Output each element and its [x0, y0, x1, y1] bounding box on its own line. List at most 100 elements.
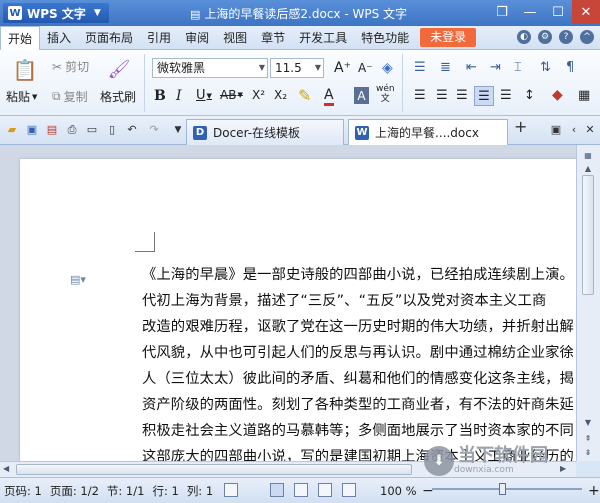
zoom-slider-track[interactable]: [432, 488, 582, 490]
settings-icon[interactable]: ⚙: [538, 30, 552, 44]
document-line[interactable]: 积极走社会主义道路的马慕韩等；多侧面地展示了当时资本家的不同: [142, 419, 574, 440]
document-icon[interactable]: ▯: [106, 124, 118, 136]
italic-button[interactable]: I: [176, 88, 182, 104]
tab-prev-icon[interactable]: ‹: [568, 124, 580, 136]
full-screen-view-icon[interactable]: [294, 483, 308, 497]
menu-home[interactable]: 开始: [0, 25, 41, 50]
menu-features[interactable]: 特色功能: [354, 26, 416, 50]
paste-icon[interactable]: 📋: [12, 56, 38, 84]
previous-page-icon[interactable]: ⇞: [581, 431, 595, 445]
subscript-button[interactable]: X₂: [274, 88, 287, 102]
phonetic-guide-button[interactable]: wén 文: [376, 84, 395, 104]
brush-icon[interactable]: 🖌: [108, 56, 131, 82]
align-center-icon[interactable]: ☰: [436, 88, 448, 103]
menu-references[interactable]: 引用: [140, 26, 178, 50]
ruler-toggle-icon[interactable]: ▦: [581, 148, 595, 162]
maximize-icon[interactable]: ☐: [544, 0, 572, 24]
paste-button[interactable]: 粘贴 ▼: [6, 88, 37, 105]
zoom-slider-knob[interactable]: [499, 483, 506, 495]
menu-page-layout[interactable]: 页面布局: [78, 26, 140, 50]
web-view-icon[interactable]: [318, 483, 332, 497]
collapse-ribbon-icon[interactable]: ^: [580, 30, 594, 44]
restore-icon[interactable]: ❐: [488, 0, 516, 24]
bold-button[interactable]: B: [154, 88, 166, 104]
spell-check-icon[interactable]: [224, 483, 238, 497]
font-color-button[interactable]: A: [324, 87, 334, 106]
minimize-icon[interactable]: —: [516, 0, 544, 24]
chevron-down-icon[interactable]: ▼: [172, 124, 184, 136]
document-page[interactable]: ▤▾ 《上海的早晨》是一部史诗般的四部曲小说，已经拍成连续剧上演。 代初上海为背…: [20, 159, 576, 461]
align-justify-icon[interactable]: ☰: [474, 86, 494, 106]
grow-font-button[interactable]: A⁺: [334, 60, 351, 76]
highlight-icon[interactable]: ✎: [298, 86, 311, 105]
scroll-left-icon[interactable]: ◀: [3, 464, 9, 473]
align-right-icon[interactable]: ☰: [456, 88, 468, 103]
scroll-right-icon[interactable]: ▶: [560, 464, 566, 473]
document-line[interactable]: 资产阶级的两面性。刻划了各种类型的工商业者，有不法的奸商朱延: [142, 393, 574, 414]
format-painter-button[interactable]: 格式刷: [100, 88, 136, 105]
tab-docer-templates[interactable]: D Docer-在线模板: [186, 119, 344, 145]
redo-icon[interactable]: ↷: [148, 124, 160, 136]
menu-review[interactable]: 审阅: [178, 26, 216, 50]
numbered-list-icon[interactable]: ≣: [440, 60, 451, 75]
help-icon[interactable]: ?: [559, 30, 573, 44]
skin-icon[interactable]: ◐: [517, 30, 531, 44]
tab-close-icon[interactable]: ✕: [584, 124, 596, 136]
scroll-down-icon[interactable]: ▼: [581, 415, 595, 429]
tab-current-document[interactable]: W 上海的早餐....docx: [348, 119, 508, 145]
next-page-icon[interactable]: ⇟: [581, 445, 595, 459]
char-shading-icon[interactable]: A: [354, 87, 369, 104]
print-icon[interactable]: ⎙: [66, 124, 78, 136]
app-menu-button[interactable]: W WPS 文字 ▼: [3, 3, 109, 23]
increase-indent-icon[interactable]: ⇥: [490, 60, 501, 75]
document-line[interactable]: 代初上海为背景，描述了“三反”、“五反”以及党对资本主义工商: [142, 289, 546, 310]
zoom-out-button[interactable]: −: [418, 483, 438, 499]
add-tab-button[interactable]: +: [514, 119, 527, 135]
align-left-icon[interactable]: ☰: [414, 88, 426, 103]
scrollbar-thumb[interactable]: [16, 464, 412, 475]
strikethrough-button[interactable]: AB ▼: [220, 88, 243, 102]
zoom-level[interactable]: 100 %: [376, 484, 421, 498]
tab-list-icon[interactable]: ▣: [550, 124, 562, 136]
document-line[interactable]: 《上海的早晨》是一部史诗般的四部曲小说，已经拍成连续剧上演。: [142, 263, 574, 284]
document-line[interactable]: 改造的艰难历程，讴歌了党在这一历史时期的伟大功绩，并折射出解: [142, 315, 574, 336]
cut-button[interactable]: ✂ 剪切: [52, 58, 89, 75]
borders-icon[interactable]: ▦: [578, 88, 590, 103]
underline-button[interactable]: U ▼: [196, 88, 212, 103]
outline-view-icon[interactable]: [342, 483, 356, 497]
paragraph-handle-icon[interactable]: ▤▾: [70, 273, 86, 286]
undo-icon[interactable]: ↶: [126, 124, 138, 136]
scrollbar-thumb[interactable]: [582, 175, 594, 295]
copy-button[interactable]: ⧉ 复制: [52, 88, 88, 105]
menu-section[interactable]: 章节: [254, 26, 292, 50]
vertical-scrollbar[interactable]: ▦ ▲ ▼ ⇞ ⇟: [576, 145, 600, 461]
line-spacing-icon[interactable]: ↕: [524, 88, 535, 103]
zoom-in-button[interactable]: +: [584, 483, 600, 499]
document-line[interactable]: 代风貌，从中也可引起人们的反思与再认识。剧中通过棉纺企业家徐: [142, 341, 574, 362]
shading-icon[interactable]: ◆: [552, 87, 563, 103]
page-view-icon[interactable]: [270, 483, 284, 497]
show-marks-icon[interactable]: ¶: [566, 60, 574, 75]
login-button[interactable]: 未登录: [420, 28, 477, 47]
status-page[interactable]: 页面: 1/2: [46, 483, 103, 499]
decrease-indent-icon[interactable]: ⇤: [466, 60, 477, 75]
menu-insert[interactable]: 插入: [40, 26, 78, 50]
print-preview-icon[interactable]: ▭: [86, 124, 98, 136]
scroll-up-icon[interactable]: ▲: [581, 161, 595, 175]
bullet-list-icon[interactable]: ☰: [414, 60, 426, 75]
save-icon[interactable]: ▣: [26, 124, 38, 136]
document-line[interactable]: 人（三位太太）彼此间的矛盾、纠葛和他们的情感变化这条主线，揭: [142, 367, 574, 388]
menu-developer[interactable]: 开发工具: [292, 26, 354, 50]
chinese-layout-icon[interactable]: ⌶: [514, 60, 522, 75]
export-pdf-icon[interactable]: ▤: [46, 124, 58, 136]
font-name-combo[interactable]: 微软雅黑 ▼: [152, 58, 268, 78]
sort-icon[interactable]: ⇅: [540, 60, 551, 75]
open-folder-icon[interactable]: ▰: [6, 124, 18, 136]
font-size-combo[interactable]: 11.5 ▼: [270, 58, 324, 78]
menu-view[interactable]: 视图: [216, 26, 254, 50]
superscript-button[interactable]: X²: [252, 88, 265, 102]
distribute-icon[interactable]: ☰: [500, 88, 512, 103]
clear-format-icon[interactable]: ◈: [382, 60, 393, 76]
shrink-font-button[interactable]: A⁻: [358, 61, 373, 75]
close-icon[interactable]: ✕: [572, 0, 600, 24]
